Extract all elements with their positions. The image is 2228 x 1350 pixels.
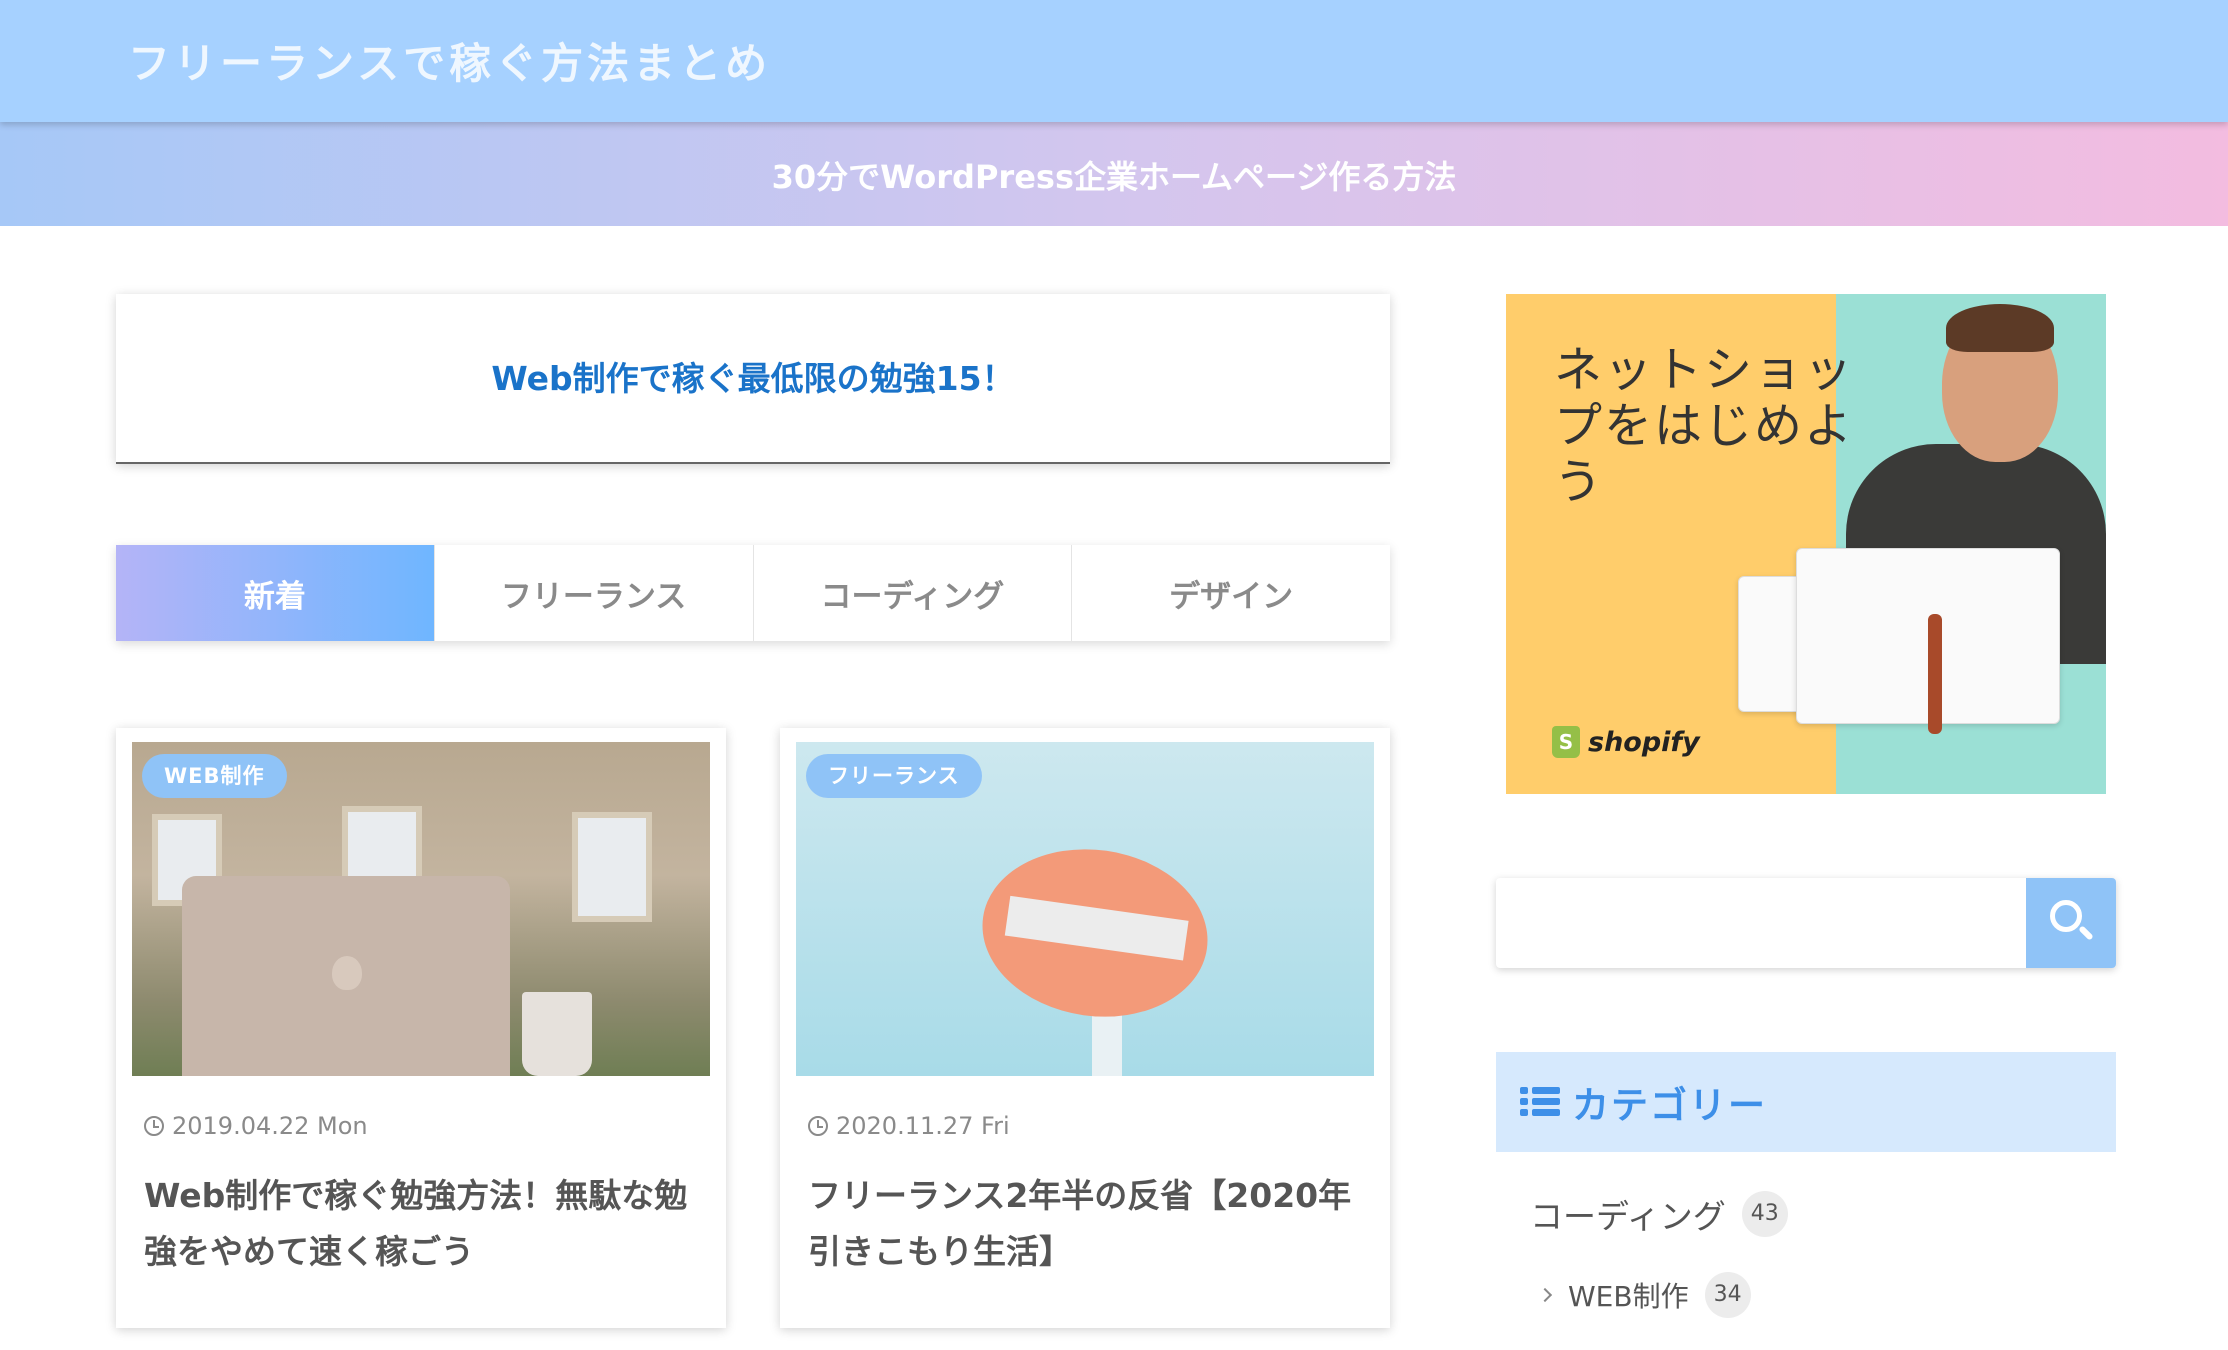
search-button[interactable] [2026,878,2116,968]
category-label[interactable]: WEB制作 [1568,1275,1689,1315]
cup-image [522,992,592,1076]
laptop-image [182,876,510,1076]
post-date: 2019.04.22 Mon [144,1112,368,1140]
category-badge[interactable]: フリーランス [806,754,982,798]
post-date-text: 2020.11.27 Fri [836,1112,1010,1140]
feature-box: Web制作で稼ぐ最低限の勉強15！ [116,294,1390,464]
tab-coding[interactable]: コーディング [752,545,1072,641]
notice-bar[interactable]: 30分でWordPress企業ホームページ作る方法 [0,122,2228,226]
category-item-coding[interactable]: コーディング 43 [1530,1190,1788,1238]
feature-link[interactable]: Web制作で稼ぐ最低限の勉強15！ [116,352,1390,400]
category-badge[interactable]: WEB制作 [142,754,287,798]
post-date-text: 2019.04.22 Mon [172,1112,368,1140]
search-form [1496,878,2116,968]
search-input[interactable] [1496,878,2026,968]
apple-logo-icon [332,956,362,990]
post-card[interactable]: フリーランス 2020.11.27 Fri フリーランス2年半の反省【2020年… [780,728,1390,1328]
site-title[interactable]: フリーランスで稼ぐ方法まとめ [128,30,771,91]
post-thumbnail[interactable]: WEB制作 [132,742,710,1076]
ad-text: ネットショップをはじめよう [1554,342,1855,510]
list-icon [1520,1087,1560,1117]
ad-banner[interactable]: ネットショップをはじめよう S shopify [1506,294,2106,794]
building-window [572,812,652,922]
post-card[interactable]: WEB制作 2019.04.22 Mon Web制作で稼ぐ勉強方法！無駄な勉強を… [116,728,726,1328]
post-thumbnail[interactable]: フリーランス [796,742,1374,1076]
tab-design[interactable]: デザイン [1071,545,1390,641]
category-label[interactable]: コーディング [1530,1190,1726,1238]
post-tabs: 新着 フリーランス コーディング デザイン [116,545,1390,641]
category-widget-title: カテゴリー [1572,1084,1767,1127]
post-date: 2020.11.27 Fri [808,1112,1010,1140]
chevron-right-icon [1537,1287,1553,1303]
notice-text[interactable]: 30分でWordPress企業ホームページ作る方法 [0,152,2228,198]
post-title[interactable]: Web制作で稼ぐ勉強方法！無駄な勉強をやめて速く稼ごう [144,1168,704,1280]
post-title[interactable]: フリーランス2年半の反省【2020年引きこもり生活】 [808,1168,1368,1280]
clock-icon [144,1116,164,1136]
site-header: フリーランスで稼ぐ方法まとめ [0,0,2228,122]
no-entry-sign-image [971,835,1219,1031]
tab-new[interactable]: 新着 [116,545,434,641]
search-icon [2050,900,2082,932]
shopify-logo: S shopify [1552,726,1700,758]
category-count: 34 [1704,1272,1751,1318]
category-widget-header: カテゴリー [1496,1052,2116,1152]
tab-freelance[interactable]: フリーランス [433,545,753,641]
clock-icon [808,1116,828,1136]
category-item-web[interactable]: WEB制作 34 [1537,1272,1751,1318]
category-count: 43 [1741,1191,1788,1237]
shopify-bag-icon: S [1552,726,1580,758]
